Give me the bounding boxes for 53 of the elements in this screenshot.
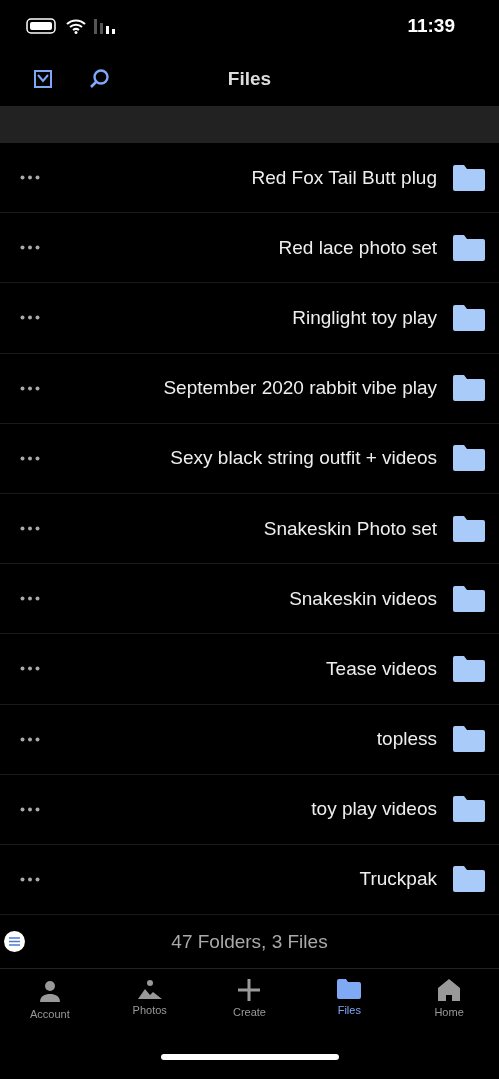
tab[interactable]: Create bbox=[199, 969, 300, 1035]
folder-icon bbox=[451, 513, 487, 544]
status-time: 11:39 bbox=[407, 15, 455, 37]
folder-name[interactable]: Red Fox Tail Butt plug bbox=[40, 166, 437, 189]
folder-count: 47 Folders, 3 Files bbox=[171, 930, 328, 953]
more-icon[interactable] bbox=[20, 455, 40, 461]
search-icon[interactable] bbox=[88, 68, 110, 90]
folder-name[interactable]: Snakeskin Photo set bbox=[40, 517, 437, 540]
folder-name[interactable]: Ringlight toy play bbox=[40, 306, 437, 329]
folder-name[interactable]: Truckpak bbox=[40, 868, 437, 891]
more-icon[interactable] bbox=[20, 736, 40, 742]
more-icon[interactable] bbox=[20, 806, 40, 812]
folder-icon bbox=[451, 443, 487, 474]
more-icon[interactable] bbox=[20, 245, 40, 251]
folder-name[interactable]: Sexy black string outfit + videos bbox=[40, 447, 437, 470]
tab[interactable]: Files bbox=[299, 969, 400, 1035]
signal-icon bbox=[94, 18, 116, 34]
folder-name[interactable]: toy play videos bbox=[40, 798, 437, 821]
tab[interactable]: Account bbox=[0, 969, 100, 1035]
more-icon[interactable] bbox=[20, 876, 40, 882]
folder-icon bbox=[451, 162, 487, 193]
download-tray-icon[interactable] bbox=[32, 68, 54, 90]
folder-icon bbox=[451, 653, 487, 684]
more-icon[interactable] bbox=[20, 175, 40, 181]
wifi-icon bbox=[66, 18, 86, 34]
home-icon bbox=[438, 979, 461, 1001]
tab[interactable]: Home bbox=[399, 969, 499, 1035]
folder-name[interactable]: Tease videos bbox=[40, 657, 437, 680]
menu-icon bbox=[9, 937, 20, 947]
folder-name[interactable]: September 2020 rabbit vibe play bbox=[40, 377, 437, 400]
person-icon bbox=[37, 979, 62, 1003]
more-icon[interactable] bbox=[20, 315, 40, 321]
folder-name[interactable]: topless bbox=[40, 728, 437, 751]
more-icon[interactable] bbox=[20, 526, 40, 532]
folder-name[interactable]: Red lace photo set bbox=[40, 236, 437, 259]
battery-icon bbox=[26, 18, 58, 34]
more-icon[interactable] bbox=[20, 596, 40, 602]
folder-icon bbox=[451, 302, 487, 333]
tab[interactable]: Photos bbox=[99, 969, 200, 1035]
folder-icon bbox=[451, 373, 487, 404]
more-icon[interactable] bbox=[20, 385, 40, 391]
plus-icon bbox=[238, 979, 261, 1001]
page-title: Files bbox=[227, 68, 272, 90]
folder-icon bbox=[451, 583, 487, 614]
folder-icon bbox=[451, 794, 487, 825]
mountain-icon bbox=[137, 979, 162, 999]
menu-button[interactable] bbox=[4, 931, 25, 953]
folder-name[interactable]: Snakeskin videos bbox=[40, 587, 437, 610]
folder-icon bbox=[451, 232, 487, 263]
folder-icon bbox=[337, 979, 362, 999]
more-icon[interactable] bbox=[20, 666, 40, 672]
folder-icon bbox=[451, 724, 487, 755]
folder-icon bbox=[451, 864, 487, 895]
